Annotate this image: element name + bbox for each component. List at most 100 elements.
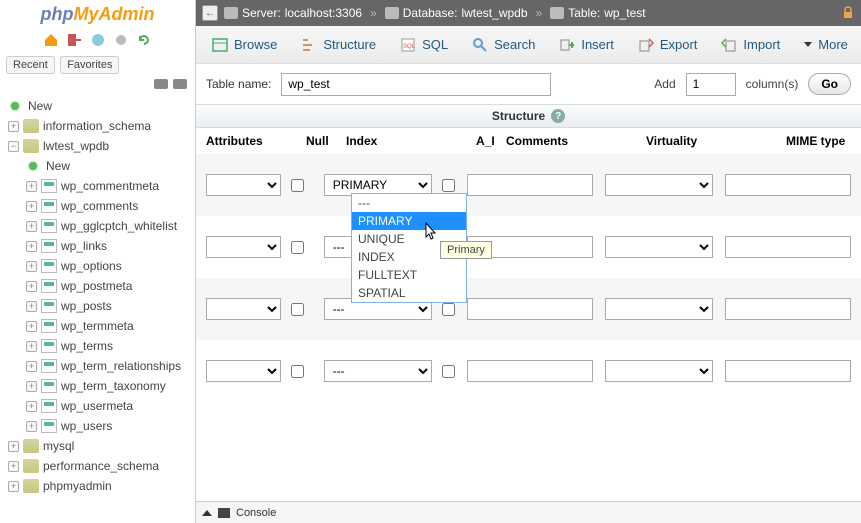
- tree-tbl-wp_termmeta[interactable]: +wp_termmeta: [4, 316, 195, 336]
- recent-tab[interactable]: Recent: [6, 56, 55, 74]
- unlink-icon[interactable]: [173, 79, 187, 89]
- expand-icon[interactable]: +: [26, 361, 37, 372]
- ai-checkbox[interactable]: [442, 179, 455, 192]
- attributes-select[interactable]: [206, 236, 281, 258]
- tree-tbl-wp_comments[interactable]: +wp_comments: [4, 196, 195, 216]
- sql-icon: SQL: [400, 37, 416, 53]
- tree-new-table[interactable]: New: [4, 156, 195, 176]
- lock-icon[interactable]: [841, 6, 855, 20]
- console-bar[interactable]: Console: [196, 501, 861, 523]
- comments-input[interactable]: [467, 360, 593, 382]
- menu-more[interactable]: More: [794, 31, 858, 58]
- mime-input[interactable]: [725, 360, 851, 382]
- go-button[interactable]: Go: [808, 73, 851, 95]
- tree-tbl-wp_usermeta[interactable]: +wp_usermeta: [4, 396, 195, 416]
- expand-icon[interactable]: +: [26, 421, 37, 432]
- tree-tbl-wp_users[interactable]: +wp_users: [4, 416, 195, 436]
- expand-icon[interactable]: +: [8, 441, 19, 452]
- expand-icon[interactable]: +: [26, 181, 37, 192]
- menu-export[interactable]: Export: [628, 31, 708, 59]
- crumb-database[interactable]: lwtest_wpdb: [461, 6, 527, 20]
- docs-icon[interactable]: [90, 32, 106, 48]
- crumb-server[interactable]: localhost:3306: [285, 6, 362, 20]
- table-name-label: Table name:: [206, 77, 271, 91]
- sidebar-iconbar: [0, 28, 195, 52]
- expand-icon[interactable]: +: [26, 261, 37, 272]
- expand-icon[interactable]: +: [26, 221, 37, 232]
- expand-icon[interactable]: +: [8, 461, 19, 472]
- comments-input[interactable]: [467, 174, 593, 196]
- tree-db-lwtest_wpdb[interactable]: −lwtest_wpdb: [4, 136, 195, 156]
- tree-db-mysql[interactable]: +mysql: [4, 436, 195, 456]
- virtuality-select[interactable]: [605, 360, 713, 382]
- index-select[interactable]: ---: [324, 360, 432, 382]
- tree-tbl-wp_terms[interactable]: +wp_terms: [4, 336, 195, 356]
- tree-db-phpmyadmin[interactable]: +phpmyadmin: [4, 476, 195, 496]
- menu-browse[interactable]: Browse: [202, 31, 287, 59]
- attributes-select[interactable]: [206, 174, 281, 196]
- expand-icon[interactable]: +: [26, 301, 37, 312]
- mime-input[interactable]: [725, 236, 851, 258]
- expand-icon[interactable]: +: [26, 321, 37, 332]
- expand-icon[interactable]: +: [26, 401, 37, 412]
- mime-input[interactable]: [725, 298, 851, 320]
- expand-icon[interactable]: +: [26, 241, 37, 252]
- attributes-select[interactable]: [206, 360, 281, 382]
- null-checkbox[interactable]: [291, 303, 304, 316]
- tree-db-performance_schema[interactable]: +performance_schema: [4, 456, 195, 476]
- tree-tbl-wp_term_taxonomy[interactable]: +wp_term_taxonomy: [4, 376, 195, 396]
- structure-header: Structure ?: [196, 104, 861, 128]
- null-checkbox[interactable]: [291, 179, 304, 192]
- add-columns-input[interactable]: [686, 73, 736, 96]
- index-option-spatial[interactable]: SPATIAL: [352, 284, 466, 302]
- tree-tbl-wp_options[interactable]: +wp_options: [4, 256, 195, 276]
- menu-import[interactable]: Import: [711, 31, 790, 59]
- tree-tbl-wp_gglcptch_whitelist[interactable]: +wp_gglcptch_whitelist: [4, 216, 195, 236]
- index-option-none[interactable]: ---: [352, 194, 466, 212]
- menu-structure[interactable]: Structure: [291, 31, 386, 59]
- home-icon[interactable]: [43, 32, 59, 48]
- menu-search[interactable]: Search: [462, 31, 545, 59]
- expand-icon[interactable]: +: [26, 381, 37, 392]
- index-option-primary[interactable]: PRIMARY: [352, 212, 466, 230]
- expand-icon[interactable]: +: [26, 281, 37, 292]
- crumb-table[interactable]: wp_test: [604, 6, 645, 20]
- help-icon[interactable]: ?: [551, 109, 565, 123]
- virtuality-select[interactable]: [605, 236, 713, 258]
- collapse-icon[interactable]: −: [8, 141, 19, 152]
- virtuality-select[interactable]: [605, 298, 713, 320]
- attributes-select[interactable]: [206, 298, 281, 320]
- ai-checkbox[interactable]: [442, 365, 455, 378]
- expand-icon[interactable]: +: [8, 121, 19, 132]
- logout-icon[interactable]: [66, 32, 82, 48]
- nav-back-button[interactable]: ←: [202, 5, 218, 21]
- null-checkbox[interactable]: [291, 241, 304, 254]
- virtuality-select[interactable]: [605, 174, 713, 196]
- tree-new[interactable]: New: [4, 96, 195, 116]
- menu-sql[interactable]: SQLSQL: [390, 31, 458, 59]
- tree-tbl-wp_posts[interactable]: +wp_posts: [4, 296, 195, 316]
- tree-tbl-wp_term_relationships[interactable]: +wp_term_relationships: [4, 356, 195, 376]
- reload-icon[interactable]: [136, 32, 152, 48]
- expand-icon[interactable]: +: [8, 481, 19, 492]
- ai-checkbox[interactable]: [442, 303, 455, 316]
- tree-tbl-wp_links[interactable]: +wp_links: [4, 236, 195, 256]
- tree-db-information_schema[interactable]: +information_schema: [4, 116, 195, 136]
- null-checkbox[interactable]: [291, 365, 304, 378]
- settings-icon[interactable]: [113, 32, 129, 48]
- tooltip: Primary: [440, 241, 492, 259]
- expand-icon[interactable]: +: [26, 201, 37, 212]
- index-option-fulltext[interactable]: FULLTEXT: [352, 266, 466, 284]
- collapse-all-icon[interactable]: [154, 79, 168, 89]
- tree-tbl-wp_commentmeta[interactable]: +wp_commentmeta: [4, 176, 195, 196]
- table-icon: [41, 259, 57, 273]
- menu-insert[interactable]: Insert: [549, 31, 624, 59]
- favorites-tab[interactable]: Favorites: [60, 56, 119, 74]
- table-name-input[interactable]: [281, 73, 551, 96]
- expand-icon[interactable]: +: [26, 341, 37, 352]
- logo[interactable]: phpMyAdmin: [0, 0, 195, 28]
- tree-tbl-wp_postmeta[interactable]: +wp_postmeta: [4, 276, 195, 296]
- table-icon: [41, 199, 57, 213]
- mime-input[interactable]: [725, 174, 851, 196]
- comments-input[interactable]: [467, 298, 593, 320]
